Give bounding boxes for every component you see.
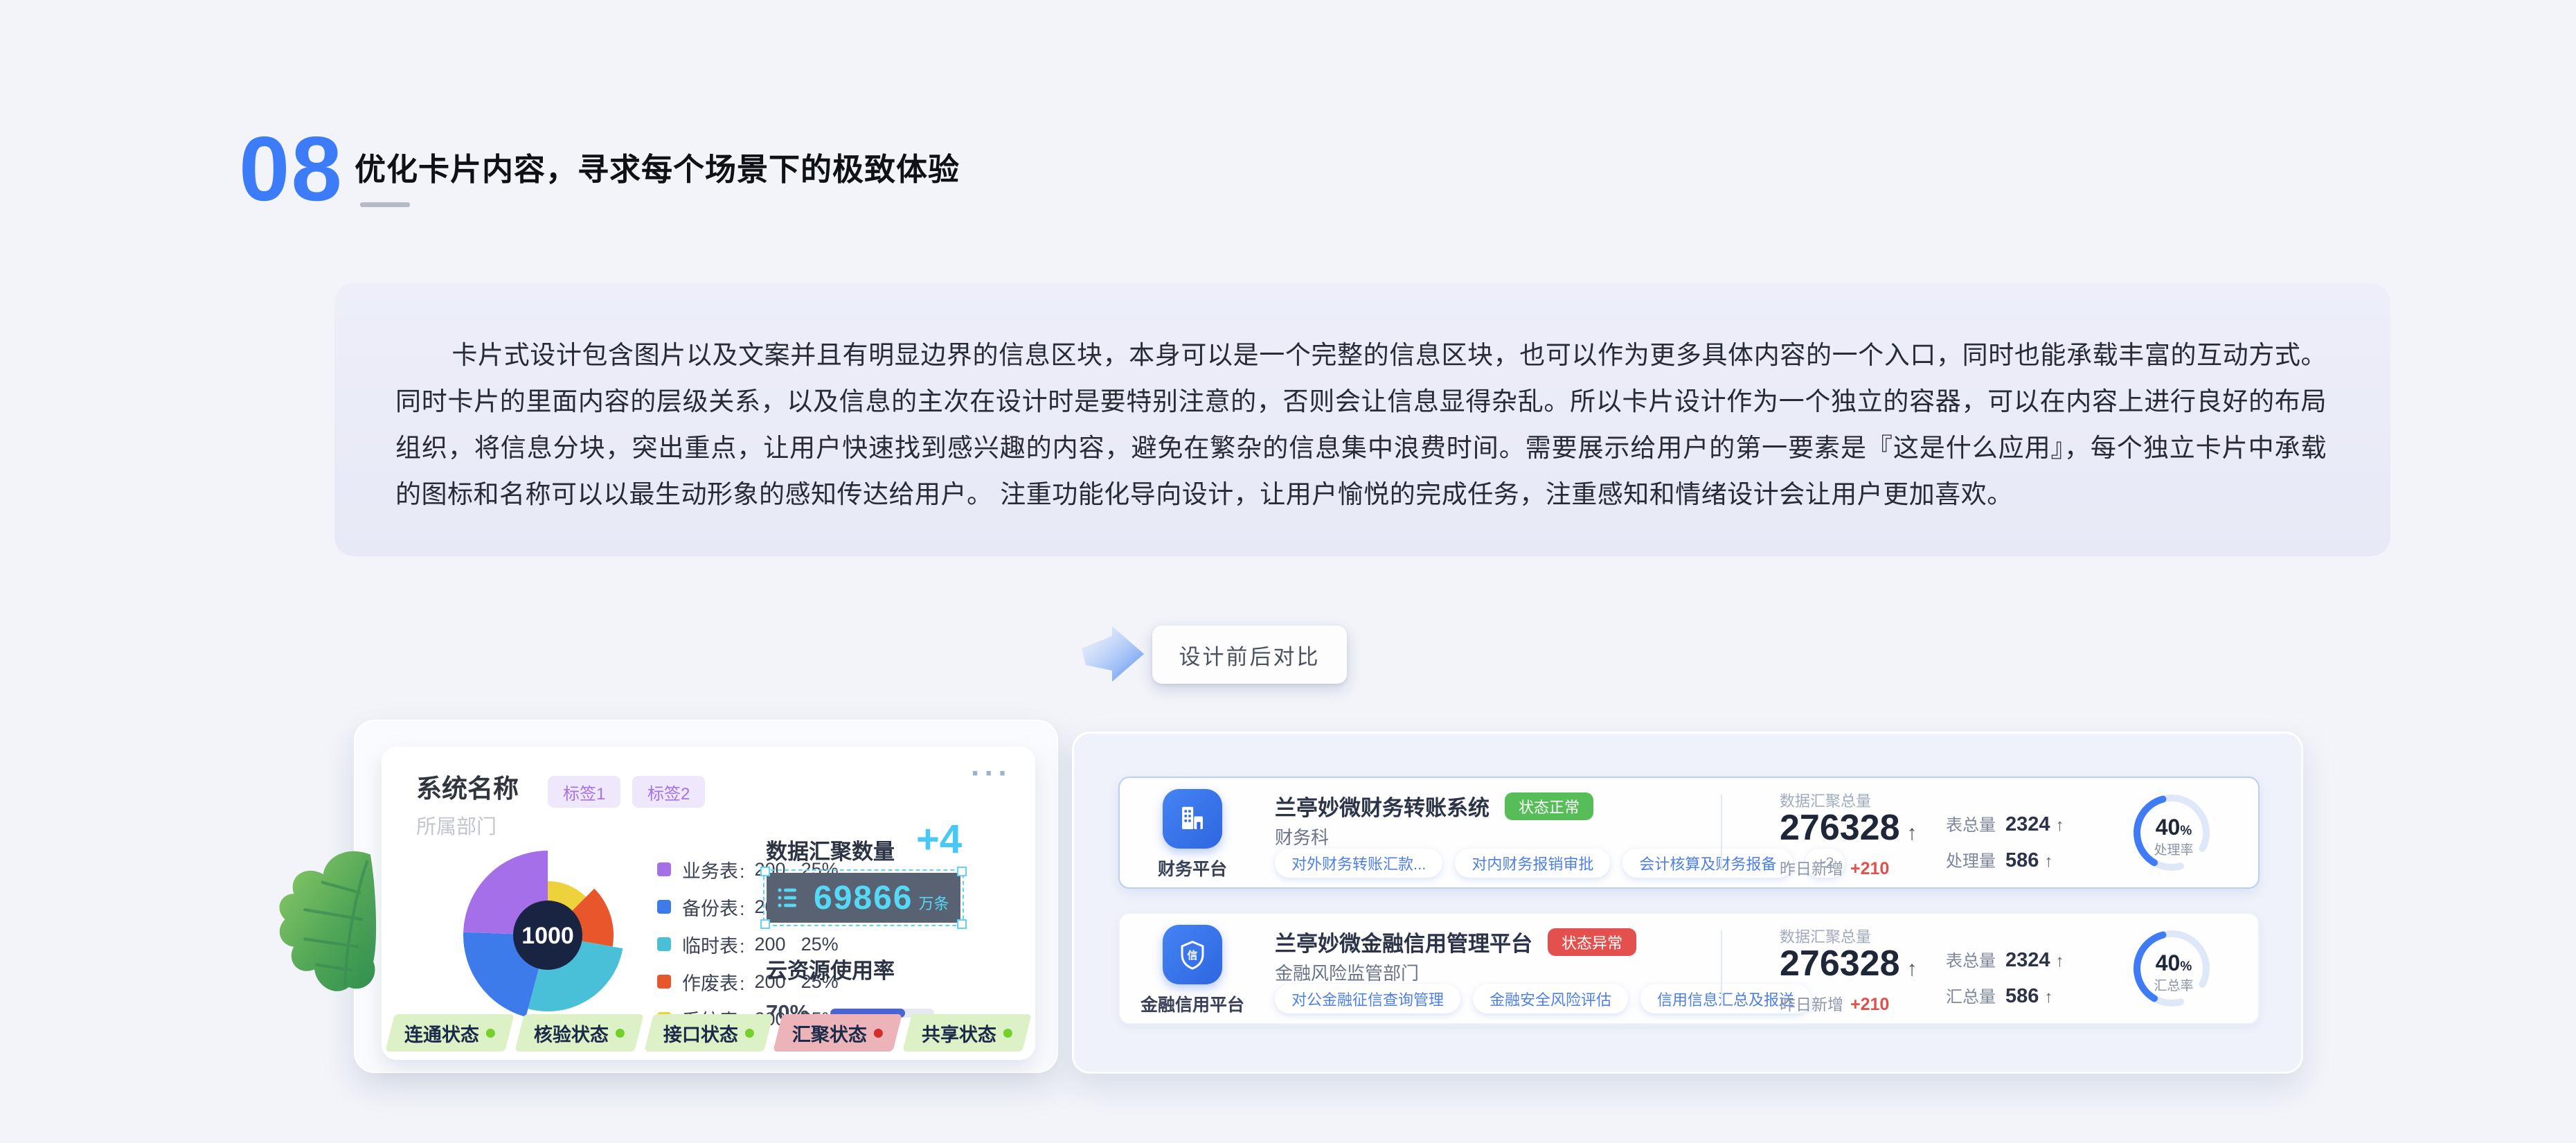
- gauge-label: 处理率: [2154, 842, 2193, 858]
- status-chip-verify[interactable]: 核验状态: [515, 1014, 643, 1052]
- total-value: 276328↑: [1780, 943, 1917, 984]
- up-arrow-icon: ↑: [1907, 957, 1917, 981]
- system-tag-2[interactable]: 标签2: [632, 776, 705, 808]
- app-department: 财务科: [1275, 824, 1329, 849]
- up-arrow-icon: ↑: [1907, 822, 1917, 845]
- data-count-delta: +4: [916, 816, 962, 862]
- app-department: 金融风险监管部门: [1275, 959, 1419, 985]
- system-card: 系统名称 标签1 标签2 ··· 所属部门 1000 业务表 200 25%: [382, 747, 1035, 1060]
- status-badge: 状态正常: [1505, 792, 1593, 820]
- table-distribution-pie-chart: 1000: [455, 842, 641, 1031]
- svg-text:40%: 40%: [2156, 815, 2192, 840]
- up-arrow-icon: ↑: [2056, 816, 2064, 835]
- app-tag[interactable]: 对公金融征信查询管理: [1275, 984, 1460, 1013]
- yesterday-stat: 昨日新增+210: [1780, 991, 1889, 1015]
- summary-stat: 汇总量586↑: [1946, 983, 2052, 1008]
- data-count-box[interactable]: 69866 万条: [767, 873, 960, 923]
- app-card-finance[interactable]: 财务平台 兰亭妙微财务转账系统 状态正常 财务科 对外财务转账汇款... 对内财…: [1118, 777, 2260, 889]
- status-dot: [1003, 1029, 1012, 1038]
- divider: [1721, 795, 1722, 869]
- status-dot: [744, 1029, 753, 1038]
- status-dot: [874, 1029, 883, 1038]
- platform-label: 金融信用平台: [1127, 991, 1258, 1016]
- compare-arrow-icon: [1080, 625, 1150, 688]
- legend-swatch: [657, 862, 671, 876]
- status-chip-share[interactable]: 共享状态: [902, 1014, 1031, 1052]
- app-tag[interactable]: 对内财务报销审批: [1455, 849, 1610, 878]
- intro-panel: 卡片式设计包含图片以及文案并且有明显边界的信息区块，本身可以是一个完整的信息区块…: [334, 283, 2390, 556]
- leaf-decoration: [274, 847, 392, 1016]
- section-number: 08: [239, 116, 343, 221]
- data-count-value: 69866: [814, 879, 913, 917]
- apps-panel: 财务平台 兰亭妙微财务转账系统 状态正常 财务科 对外财务转账汇款... 对内财…: [1072, 732, 2303, 1074]
- divider: [1721, 930, 1722, 1005]
- app-tag[interactable]: 对外财务转账汇款...: [1275, 849, 1442, 878]
- intro-text: 卡片式设计包含图片以及文案并且有明显边界的信息区块，本身可以是一个完整的信息区块…: [334, 283, 2390, 517]
- up-arrow-icon: ↑: [2044, 988, 2052, 1007]
- selection-handle: [957, 919, 967, 929]
- more-menu-icon[interactable]: ···: [971, 756, 1012, 791]
- system-tag-1[interactable]: 标签1: [548, 776, 620, 808]
- app-tag[interactable]: 金融安全风险评估: [1473, 984, 1628, 1013]
- processed-stat: 处理量586↑: [1946, 847, 2052, 872]
- section-title: 优化卡片内容，寻求每个场景下的极致体验: [355, 144, 960, 189]
- selection-handle: [760, 867, 770, 876]
- table-total-stat: 表总量2324↑: [1946, 947, 2064, 972]
- up-arrow-icon: ↑: [2044, 852, 2052, 871]
- app-title: 兰亭妙微金融信用管理平台 状态异常: [1275, 926, 1636, 957]
- pie-center-total: 1000: [521, 923, 574, 949]
- svg-text:40%: 40%: [2156, 950, 2192, 975]
- department-label: 所属部门: [416, 810, 497, 840]
- building-icon: [1163, 789, 1222, 849]
- app-tag-list: 对公金融征信查询管理 金融安全风险评估 信用信息汇总及报送: [1275, 984, 1811, 1013]
- shield-icon: 信: [1163, 925, 1222, 984]
- status-badge: 状态异常: [1548, 928, 1636, 956]
- summary-rate-gauge: 40% 汇总率: [2125, 922, 2218, 1018]
- selection-handle: [957, 867, 967, 876]
- gauge-label: 汇总率: [2154, 978, 2193, 993]
- process-rate-gauge: 40% 处理率: [2125, 786, 2218, 883]
- system-card-title: 系统名称: [416, 768, 519, 805]
- yesterday-delta: +210: [1850, 859, 1889, 878]
- status-chip-interface[interactable]: 接口状态: [644, 1014, 773, 1052]
- svg-text:信: 信: [1188, 949, 1198, 962]
- heading-underline: [360, 202, 410, 207]
- status-dot: [486, 1029, 495, 1038]
- selection-handle: [760, 919, 770, 929]
- status-chip-row: 连通状态 核验状态 接口状态 汇聚状态 共享状态: [387, 1014, 1030, 1052]
- status-chip-connect[interactable]: 连通状态: [385, 1014, 514, 1052]
- compare-button-label: 设计前后对比: [1179, 639, 1321, 671]
- platform-label: 财务平台: [1127, 856, 1258, 880]
- app-tag[interactable]: 会计核算及财务报备: [1622, 849, 1793, 878]
- app-card-credit[interactable]: 信 金融信用平台 兰亭妙微金融信用管理平台 状态异常 金融风险监管部门 对公金融…: [1118, 912, 2260, 1025]
- up-arrow-icon: ↑: [2056, 952, 2064, 971]
- compare-button[interactable]: 设计前后对比: [1152, 626, 1347, 684]
- cloud-usage-label: 云资源使用率: [766, 953, 895, 984]
- status-dot: [616, 1029, 625, 1038]
- list-icon: [776, 884, 801, 912]
- total-value: 276328↑: [1780, 807, 1917, 849]
- yesterday-delta: +210: [1850, 995, 1889, 1014]
- app-title: 兰亭妙微财务转账系统 状态正常: [1275, 790, 1593, 822]
- data-count-label: 数据汇聚数量: [766, 834, 895, 865]
- data-count-unit: 万条: [918, 892, 949, 914]
- app-tag-list: 对外财务转账汇款... 对内财务报销审批 会计核算及财务报备 +2: [1275, 849, 1845, 878]
- table-total-stat: 表总量2324↑: [1946, 811, 2064, 836]
- yesterday-stat: 昨日新增+210: [1780, 856, 1889, 879]
- legend-swatch: [657, 900, 671, 914]
- legend-swatch: [657, 975, 671, 989]
- status-chip-aggregate[interactable]: 汇聚状态: [773, 1014, 902, 1052]
- legend-swatch: [657, 937, 671, 951]
- page: 08 优化卡片内容，寻求每个场景下的极致体验 卡片式设计包含图片以及文案并且有明…: [0, 0, 2576, 1143]
